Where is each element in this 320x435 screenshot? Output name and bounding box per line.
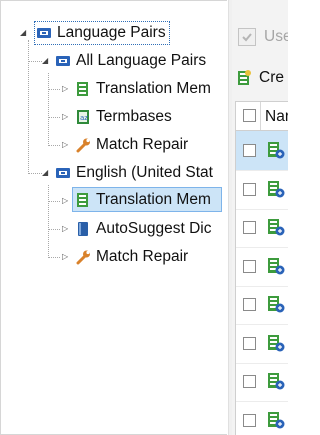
- table-row[interactable]: [236, 362, 288, 402]
- translation-memory-row-icon: [267, 295, 285, 318]
- row-checkbox[interactable]: [243, 259, 256, 273]
- name-column-header[interactable]: Nar: [265, 108, 288, 126]
- select-all-checkbox[interactable]: [243, 109, 256, 122]
- tree-guide-line: [48, 73, 49, 146]
- translation-memory-row-icon: [267, 334, 285, 357]
- create-label: Cre: [259, 69, 284, 86]
- tree-guide-line: [48, 89, 60, 90]
- translation-memories-grid: Nar: [235, 101, 288, 435]
- row-checkbox[interactable]: [243, 336, 256, 350]
- tree-node-label: Termbases: [96, 108, 172, 125]
- wrench-icon: [75, 249, 91, 265]
- tree-node-label: English (United Stat: [76, 164, 213, 181]
- language-pairs-tree: ◢ Language Pairs ◢ All Language Pairs ▷ …: [0, 0, 228, 435]
- expand-toggle-icon[interactable]: ▷: [62, 225, 68, 233]
- tree-guide-line: [48, 229, 60, 230]
- tree-node-autosuggest-dictionaries[interactable]: AutoSuggest Dic: [75, 217, 211, 241]
- tree-node-label: Translation Mem: [96, 190, 211, 208]
- grid-header: Nar: [236, 102, 288, 131]
- tree-node-match-repair-english[interactable]: Match Repair: [75, 245, 188, 269]
- tree-guide-line: [48, 257, 60, 258]
- row-checkbox[interactable]: [243, 298, 256, 311]
- row-checkbox[interactable]: [243, 182, 256, 196]
- create-translation-memory-icon: [236, 70, 252, 86]
- translation-memory-row-icon: [267, 257, 285, 280]
- tree-guide-line: [28, 61, 42, 62]
- row-checkbox[interactable]: [243, 221, 256, 234]
- table-row[interactable]: [236, 247, 288, 287]
- tree-node-match-repair-all[interactable]: Match Repair: [75, 133, 188, 157]
- tree-node-all-language-pairs[interactable]: All Language Pairs: [55, 49, 206, 73]
- translation-memory-row-icon: [267, 180, 285, 203]
- translation-memory-row-icon: [267, 141, 285, 164]
- tree-node-label: AutoSuggest Dic: [96, 220, 212, 237]
- translation-memory-row-icon: [267, 411, 285, 434]
- translation-memory-icon: [75, 81, 91, 97]
- row-checkbox[interactable]: [243, 413, 256, 427]
- collapse-toggle-icon[interactable]: ◢: [42, 169, 48, 177]
- tree-node-language-pairs[interactable]: Language Pairs: [34, 21, 170, 45]
- tree-node-label: Translation Mem: [96, 80, 211, 97]
- create-button[interactable]: Cre: [236, 69, 284, 87]
- tree-node-label: All Language Pairs: [76, 52, 207, 69]
- row-checkbox[interactable]: [243, 375, 256, 388]
- collapse-toggle-icon[interactable]: ◢: [20, 29, 26, 37]
- translation-memory-row-icon: [267, 372, 285, 395]
- table-row[interactable]: [236, 170, 288, 210]
- table-row[interactable]: [236, 131, 288, 171]
- use-option[interactable]: Use: [238, 28, 288, 46]
- use-checkbox[interactable]: [238, 28, 256, 46]
- language-pair-icon: [36, 25, 52, 41]
- svg-text:az: az: [80, 114, 88, 122]
- translation-memory-icon: [75, 192, 91, 208]
- wrench-icon: [75, 137, 91, 153]
- language-pair-icon: [55, 53, 71, 69]
- row-checkbox[interactable]: [243, 144, 256, 157]
- expand-toggle-icon[interactable]: ▷: [62, 197, 68, 205]
- termbase-icon: az: [75, 109, 91, 125]
- table-row[interactable]: [236, 401, 288, 435]
- tree-guide-line: [48, 201, 60, 202]
- translation-memory-row-icon: [267, 218, 285, 241]
- expand-toggle-icon[interactable]: ▷: [62, 113, 68, 121]
- tree-node-label: Language Pairs: [57, 24, 166, 41]
- tree-node-translation-memories-english[interactable]: Translation Mem: [72, 187, 222, 212]
- translation-memories-panel: Use Cre Nar: [232, 0, 288, 435]
- autosuggest-dictionary-icon: [75, 221, 91, 237]
- use-label: Use: [264, 28, 288, 45]
- tree-node-english-united-states[interactable]: English (United Stat: [55, 161, 213, 185]
- expand-toggle-icon[interactable]: ▷: [62, 141, 68, 149]
- table-row[interactable]: [236, 285, 288, 325]
- tree-node-label: Match Repair: [96, 248, 189, 265]
- expand-toggle-icon[interactable]: ▷: [62, 253, 68, 261]
- tree-node-termbases[interactable]: az Termbases: [75, 105, 172, 129]
- tree-node-translation-memories-all[interactable]: Translation Mem: [75, 77, 211, 101]
- tree-guide-line: [48, 117, 60, 118]
- expand-toggle-icon[interactable]: ▷: [62, 85, 68, 93]
- tree-guide-line: [48, 185, 49, 258]
- table-row[interactable]: [236, 208, 288, 248]
- tree-node-label: Match Repair: [96, 136, 189, 153]
- language-pair-icon: [55, 165, 71, 181]
- tree-guide-line: [48, 145, 60, 146]
- tree-guide-line: [28, 173, 42, 174]
- collapse-toggle-icon[interactable]: ◢: [42, 57, 48, 65]
- table-row[interactable]: [236, 324, 288, 364]
